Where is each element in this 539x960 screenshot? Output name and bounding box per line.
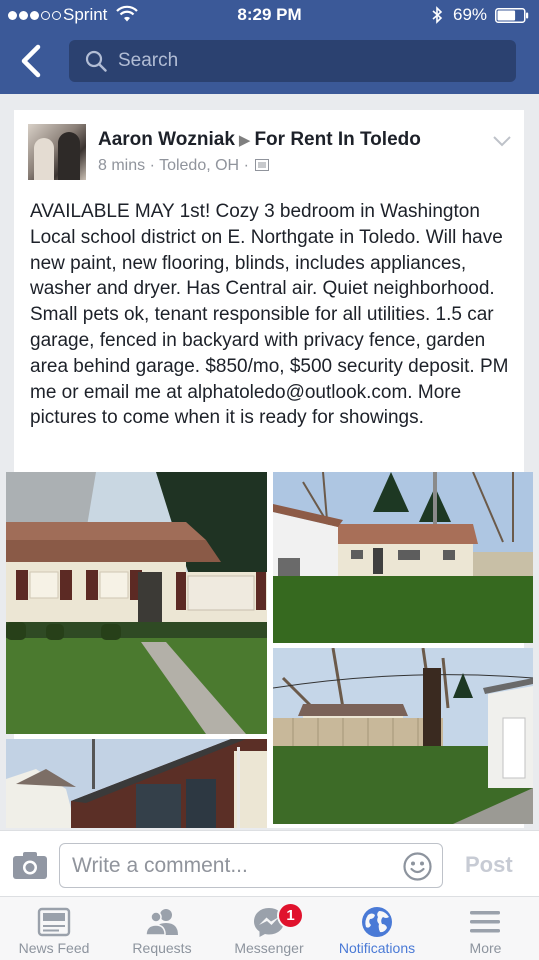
top-header: Sprint 8:29 PM 69% Search	[0, 0, 539, 94]
tab-label: Messenger	[234, 940, 304, 956]
post-header-title: Aaron Wozniak ▶ For Rent In Toledo	[98, 129, 421, 151]
battery-percentage: 69%	[453, 5, 488, 24]
house-side-photo[interactable]	[6, 739, 267, 828]
status-bar: Sprint 8:29 PM 69%	[0, 0, 539, 30]
emoji-icon[interactable]	[403, 852, 432, 881]
tab-label: Notifications	[338, 940, 416, 956]
post-meta: 8 mins · Toledo, OH ·	[98, 157, 270, 175]
menu-icon	[470, 911, 500, 933]
author-name[interactable]: Aaron Wozniak	[98, 129, 235, 150]
meta-separator: ·	[149, 157, 155, 174]
meta-separator: ·	[243, 157, 249, 174]
search-icon	[85, 50, 107, 72]
comment-placeholder: Write a comment...	[72, 854, 248, 877]
tab-requests[interactable]: Requests	[108, 897, 216, 960]
back-chevron-icon[interactable]	[18, 44, 44, 78]
tab-news-feed[interactable]: News Feed	[0, 897, 108, 960]
house-front-photo[interactable]	[6, 472, 267, 734]
search-placeholder: Search	[118, 50, 179, 71]
tab-label: News Feed	[18, 940, 90, 956]
comment-bar: Write a comment... Post	[0, 830, 539, 896]
arrow-right-icon: ▶	[238, 132, 251, 149]
tab-more[interactable]: More	[432, 897, 539, 960]
notification-badge: 1	[277, 902, 304, 929]
garage-yard-photo[interactable]	[273, 648, 533, 824]
news-feed-icon	[37, 907, 71, 937]
post-text: AVAILABLE MAY 1st! Cozy 3 bedroom in Was…	[30, 201, 509, 429]
bottom-tab-bar: News Feed Requests 1 Messenger Notificat…	[0, 896, 539, 960]
group-privacy-icon	[255, 159, 270, 171]
friend-requests-icon	[145, 909, 178, 936]
chevron-down-icon[interactable]	[492, 134, 512, 148]
post-location[interactable]: Toledo, OH	[159, 157, 239, 174]
author-avatar[interactable]	[28, 124, 86, 180]
group-name[interactable]: For Rent In Toledo	[254, 129, 420, 150]
post-time[interactable]: 8 mins	[98, 157, 145, 174]
backyard-photo[interactable]	[273, 472, 533, 643]
search-input[interactable]: Search	[69, 40, 516, 82]
camera-icon[interactable]	[12, 850, 48, 880]
tab-label: More	[469, 940, 502, 956]
post-button[interactable]: Post	[465, 852, 513, 878]
globe-icon	[362, 907, 392, 937]
battery-icon	[495, 8, 529, 23]
tab-label: Requests	[132, 940, 192, 956]
comment-input[interactable]: Write a comment...	[59, 843, 443, 888]
tab-messenger[interactable]: 1 Messenger	[216, 897, 322, 960]
tab-notifications[interactable]: Notifications	[322, 897, 432, 960]
bluetooth-icon	[432, 6, 443, 24]
